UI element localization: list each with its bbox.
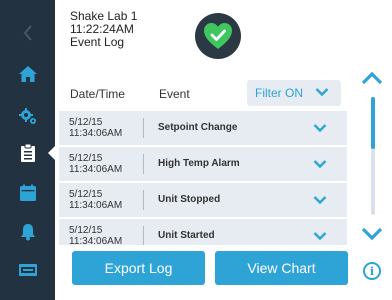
- expand-row-icon[interactable]: [313, 231, 327, 241]
- header: Shake Lab 1 11:22:24AM Event Log: [70, 10, 137, 49]
- table-row[interactable]: 5/12/15 11:34:06AM Unit Stopped: [59, 183, 347, 217]
- row-time: 11:34:06AM: [69, 164, 123, 175]
- row-time: 11:34:06AM: [69, 128, 123, 139]
- monitor-icon: [18, 264, 37, 276]
- expand-row-icon[interactable]: [313, 123, 327, 133]
- export-log-button[interactable]: Export Log: [72, 251, 205, 285]
- back-button[interactable]: [0, 16, 55, 50]
- expand-row-icon[interactable]: [313, 159, 327, 169]
- row-date: 5/12/15: [69, 117, 103, 128]
- bell-icon: [20, 224, 35, 241]
- table-row[interactable]: 5/12/15 11:34:06AM Setpoint Change: [59, 111, 347, 145]
- row-datetime: 5/12/15 11:34:06AM: [69, 189, 122, 211]
- row-event: Unit Started: [158, 230, 215, 241]
- row-datetime: 5/12/15 11:34:06AM: [69, 117, 122, 139]
- chevron-down-icon: [315, 88, 329, 97]
- scroll-down-button[interactable]: [360, 226, 384, 242]
- view-chart-button[interactable]: View Chart: [215, 251, 348, 285]
- calendar-icon: [19, 184, 36, 201]
- alarms-button[interactable]: [0, 215, 55, 249]
- back-chevron-icon: [23, 25, 32, 41]
- settings-button[interactable]: [0, 99, 55, 133]
- row-divider: [143, 118, 144, 138]
- table-row[interactable]: 5/12/15 11:34:06AM High Temp Alarm: [59, 147, 347, 181]
- row-divider: [143, 190, 144, 210]
- table-header: Date/Time Event Filter ON: [55, 80, 355, 106]
- display-button[interactable]: [0, 253, 55, 287]
- row-time: 11:34:06AM: [69, 200, 123, 211]
- page-title: Event Log: [70, 35, 125, 49]
- sidebar: [0, 0, 55, 300]
- home-button[interactable]: [0, 57, 55, 91]
- row-datetime: 5/12/15 11:34:06AM: [69, 153, 122, 175]
- info-icon: i: [369, 264, 375, 278]
- calendar-button[interactable]: [0, 176, 55, 210]
- check-heart-icon: [204, 23, 232, 49]
- filter-label: Filter ON: [255, 86, 303, 100]
- row-datetime: 5/12/15 11:34:06AM: [69, 225, 122, 245]
- column-header-date: Date/Time: [70, 87, 125, 101]
- scroll-up-button[interactable]: [360, 70, 384, 86]
- gears-icon: [18, 108, 36, 124]
- view-chart-label: View Chart: [247, 260, 316, 276]
- filter-button[interactable]: Filter ON: [247, 80, 341, 106]
- table-row[interactable]: 5/12/15 11:34:06AM Unit Started: [59, 219, 347, 245]
- active-indicator: [48, 146, 55, 160]
- expand-row-icon[interactable]: [313, 195, 327, 205]
- info-button[interactable]: i: [363, 262, 381, 280]
- row-event: Unit Stopped: [158, 194, 221, 205]
- row-time: 11:34:06AM: [69, 236, 123, 245]
- event-list[interactable]: 5/12/15 11:34:06AM Setpoint Change 5/12/…: [59, 111, 347, 245]
- main-panel: Shake Lab 1 11:22:24AM Event Log Date/Ti…: [55, 0, 392, 300]
- status-badge[interactable]: [195, 13, 241, 59]
- home-icon: [18, 66, 37, 82]
- scrollbar-thumb[interactable]: [371, 97, 375, 149]
- clipboard-icon: [20, 143, 35, 162]
- row-date: 5/12/15: [69, 225, 103, 236]
- event-log-button[interactable]: [0, 136, 55, 170]
- export-log-label: Export Log: [104, 260, 173, 276]
- row-divider: [143, 154, 144, 174]
- column-header-event: Event: [159, 87, 190, 101]
- row-event: Setpoint Change: [158, 122, 238, 133]
- row-date: 5/12/15: [69, 153, 103, 164]
- row-event: High Temp Alarm: [158, 158, 240, 169]
- row-date: 5/12/15: [69, 189, 103, 200]
- row-divider: [143, 226, 144, 245]
